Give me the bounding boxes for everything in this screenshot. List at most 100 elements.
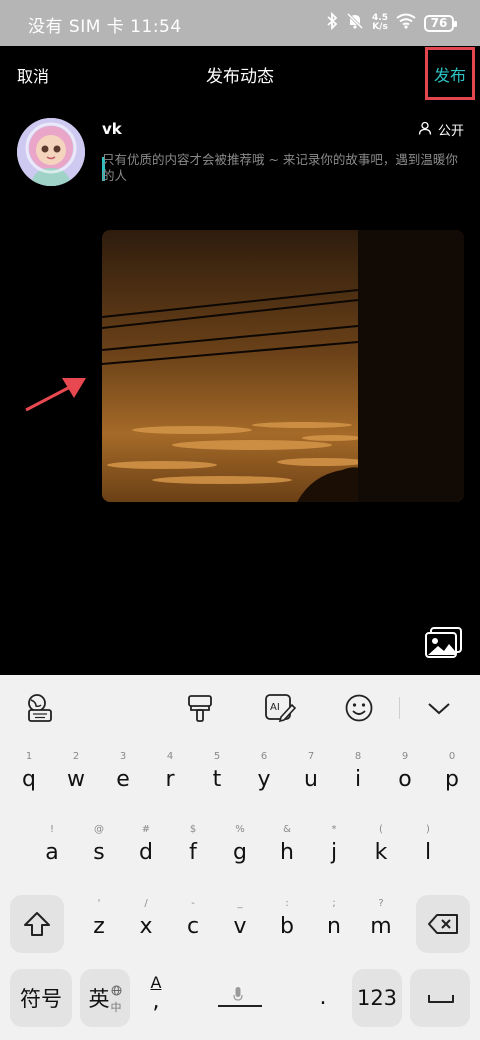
key-j[interactable]: * j [314, 824, 354, 884]
key-letter: d [139, 840, 153, 865]
key-o[interactable]: 9o [385, 751, 425, 811]
key-letter: e [116, 767, 130, 792]
key-r[interactable]: 4r [150, 751, 190, 811]
ai-edit-icon[interactable]: AI [264, 693, 297, 727]
key-hint: % [235, 824, 245, 835]
net-speed: 4.5 K/s [372, 14, 388, 32]
wifi-icon [396, 13, 416, 33]
keyboard-toolbar: AI [0, 675, 480, 741]
status-icons: 4.5 K/s 76 [326, 11, 457, 34]
key-hint: 7 [307, 751, 315, 762]
key-l[interactable]: ) l [408, 824, 448, 884]
key-x[interactable]: / x [126, 898, 166, 958]
caps-comma-key[interactable]: A , [138, 971, 174, 1027]
key-h[interactable]: & h [267, 824, 307, 884]
person-icon [418, 121, 432, 139]
key-c[interactable]: -c [173, 898, 213, 958]
enter-key[interactable] [410, 969, 470, 1027]
key-letter: l [424, 840, 432, 865]
numbers-key[interactable]: 123 [352, 969, 402, 1027]
key-m[interactable]: ? m [361, 898, 401, 958]
key-n[interactable]: ; n [314, 898, 354, 958]
key-hint: @ [94, 824, 104, 835]
key-hint: ! [49, 824, 54, 835]
symbols-key-label: 符号 [20, 987, 62, 1011]
key-hint: _ [237, 898, 243, 909]
key-letter: c [186, 914, 200, 939]
key-q[interactable]: 1q [9, 751, 49, 811]
key-f[interactable]: $ f [173, 824, 213, 884]
emoji-icon[interactable] [344, 693, 374, 727]
globe-keyboard-icon[interactable] [27, 693, 53, 727]
key-t[interactable]: 5t [197, 751, 237, 811]
key-letter: k [374, 840, 388, 865]
key-w[interactable]: 2w [56, 751, 96, 811]
shift-key[interactable] [10, 895, 64, 953]
key-letter: z [93, 914, 105, 939]
numbers-key-label: 123 [356, 986, 398, 1010]
key-hint: : [285, 898, 289, 909]
publish-button[interactable]: 发布 [425, 47, 475, 100]
key-d[interactable]: # d [126, 824, 166, 884]
key-hint: & [283, 824, 291, 835]
symbols-key[interactable]: 符号 [10, 969, 72, 1027]
key-hint: 8 [354, 751, 362, 762]
key-letter: j [330, 840, 338, 865]
key-letter: x [139, 914, 153, 939]
key-z[interactable]: ' z [79, 898, 119, 958]
visibility-label: 公开 [437, 124, 464, 139]
key-v[interactable]: _ v [220, 898, 260, 958]
language-key-alt: 中 [110, 1001, 122, 1014]
key-y[interactable]: 6y [244, 751, 284, 811]
period-key[interactable]: . [305, 969, 341, 1027]
key-s[interactable]: @ s [79, 824, 119, 884]
space-bar-line [218, 1005, 262, 1007]
key-hint: ' [97, 898, 101, 909]
publish-button-label: 发布 [433, 65, 466, 85]
key-letter: q [22, 767, 36, 792]
key-g[interactable]: % g [220, 824, 260, 884]
key-a[interactable]: ! a [32, 824, 72, 884]
key-hint: ; [332, 898, 336, 909]
key-letter: i [354, 767, 362, 792]
key-p[interactable]: 0p [432, 751, 472, 811]
key-hint: / [144, 898, 148, 909]
bluetooth-icon [326, 11, 338, 34]
net-speed-unit: K/s [372, 22, 388, 32]
key-letter: u [304, 767, 318, 792]
soft-keyboard: AI 1q2w3e4r5t6y7u8i9o0p ! a @ s # d $ f% g & h * j(k… [0, 675, 480, 1040]
backspace-key[interactable] [416, 895, 470, 953]
key-hint: ) [426, 824, 430, 835]
chevron-down-icon[interactable] [427, 701, 451, 720]
key-hint: 2 [72, 751, 80, 762]
key-hint: $ [189, 824, 197, 835]
key-letter: t [212, 767, 222, 792]
svg-text:AI: AI [270, 702, 280, 713]
language-key-main: 英 [88, 987, 110, 1011]
annotation-arrow-icon [22, 372, 92, 418]
avatar[interactable] [17, 118, 85, 186]
key-e[interactable]: 3e [103, 751, 143, 811]
key-b[interactable]: :b [267, 898, 307, 958]
key-hint: 1 [25, 751, 33, 762]
key-i[interactable]: 8i [338, 751, 378, 811]
gallery-icon[interactable] [424, 626, 464, 664]
key-u[interactable]: 7u [291, 751, 331, 811]
key-hint: 4 [166, 751, 174, 762]
visibility-toggle[interactable]: 公开 [418, 120, 464, 139]
post-text-input[interactable]: 只有优质的内容才会被推荐哦 ~ 来记录你的故事吧，遇到温暖你的人 [102, 152, 462, 184]
key-k[interactable]: (k [361, 824, 401, 884]
globe-icon [111, 985, 122, 999]
key-letter: n [327, 914, 341, 939]
key-letter: y [257, 767, 271, 792]
key-letter: o [398, 767, 412, 792]
key-letter: p [445, 767, 459, 792]
toolbar-divider [399, 697, 400, 719]
key-letter: b [280, 914, 294, 939]
space-key[interactable] [182, 969, 292, 1027]
brush-icon[interactable] [186, 693, 214, 727]
key-letter: g [233, 840, 247, 865]
attached-photo[interactable] [102, 230, 464, 502]
language-key[interactable]: 英 中 [80, 969, 130, 1027]
username: vk [102, 120, 122, 138]
